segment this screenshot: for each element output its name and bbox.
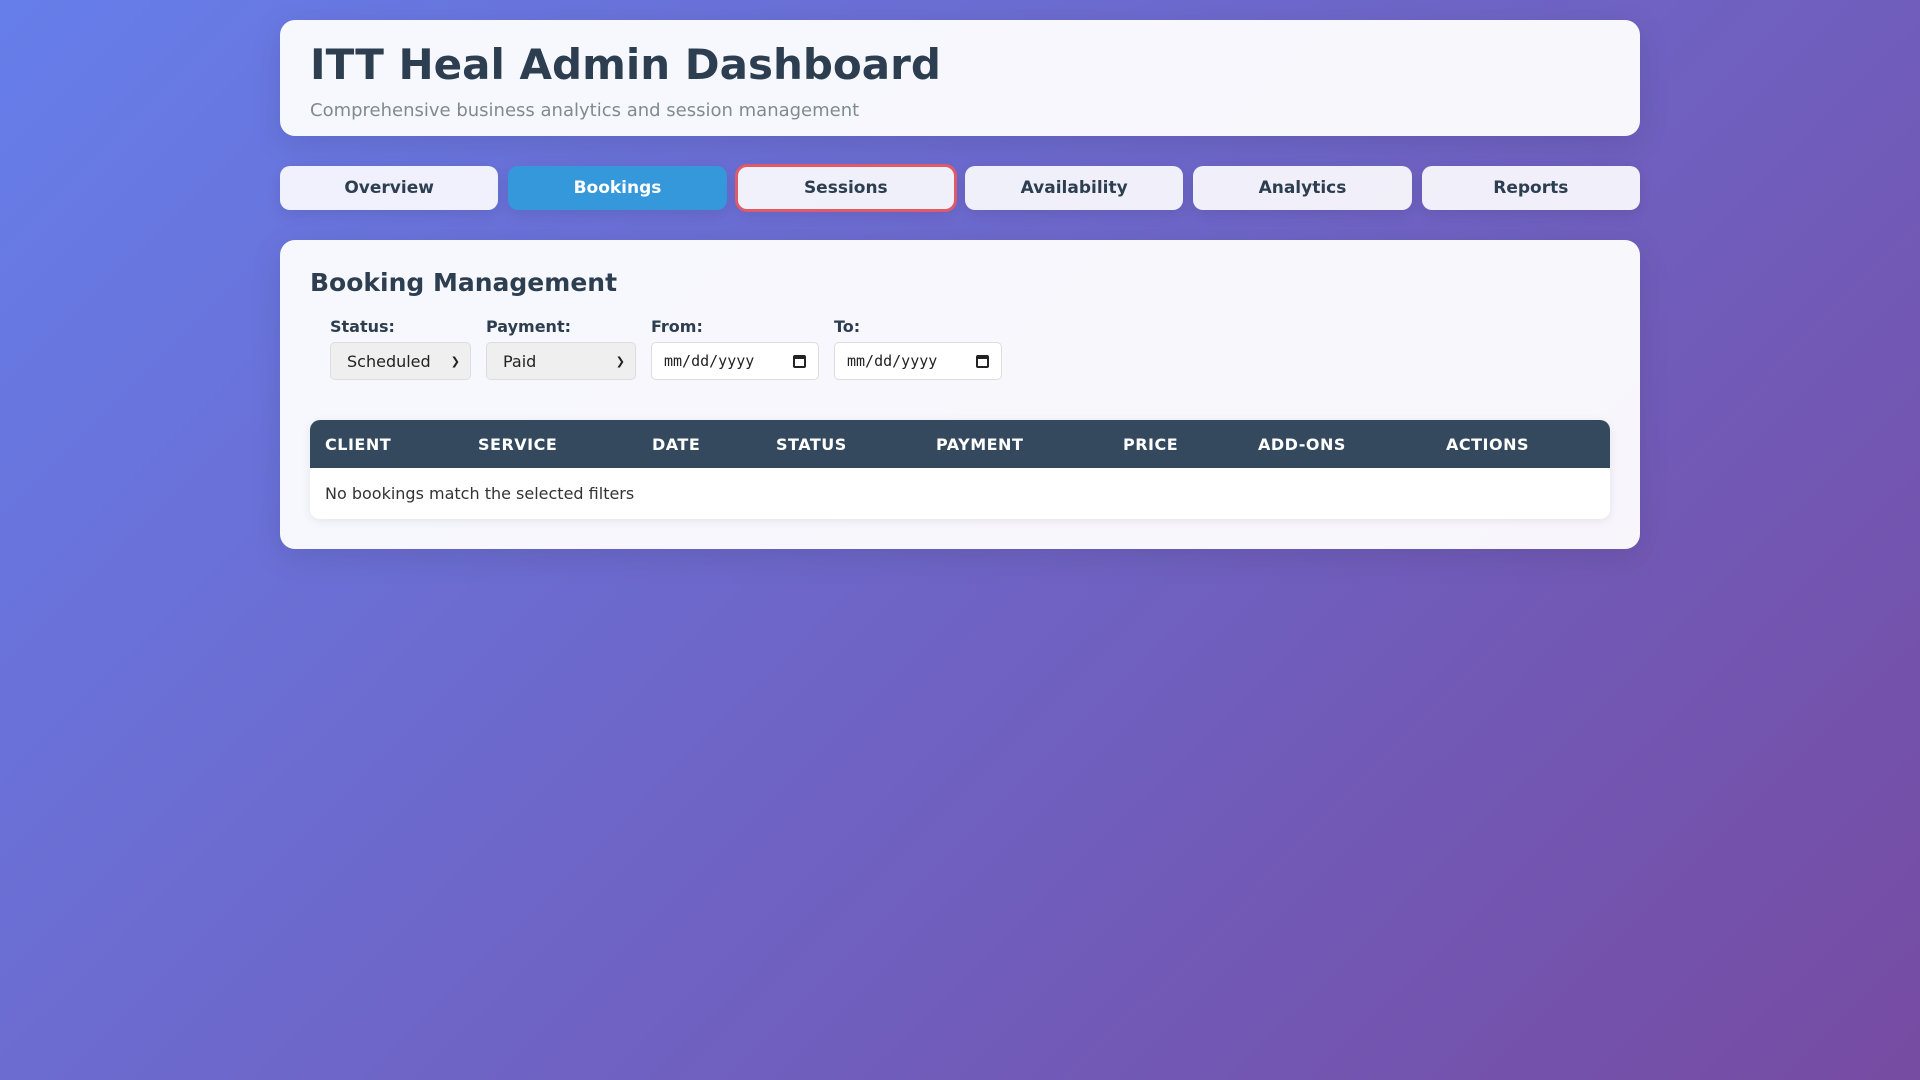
tab-bookings[interactable]: Bookings <box>508 166 727 210</box>
dashboard-container: ITT Heal Admin Dashboard Comprehensive b… <box>280 20 1640 549</box>
empty-state-row: No bookings match the selected filters <box>310 468 1610 519</box>
column-header-client: Client <box>325 434 392 454</box>
status-select[interactable]: Scheduled ❯ <box>330 342 471 380</box>
column-header-status: Status <box>776 434 847 454</box>
payment-select-value: Paid <box>503 351 537 371</box>
tab-reports[interactable]: Reports <box>1421 166 1640 210</box>
page-title: ITT Heal Admin Dashboard <box>310 40 941 89</box>
tab-overview[interactable]: Overview <box>280 166 499 210</box>
booking-management-panel: Booking Management Status: Scheduled ❯ P… <box>280 240 1640 549</box>
column-header-actions: Actions <box>1446 434 1530 454</box>
tab-sessions[interactable]: Sessions <box>734 164 957 212</box>
column-header-add-ons: Add-ons <box>1258 434 1346 454</box>
to-date-label: To: <box>834 317 861 336</box>
from-date-input[interactable]: mm/dd/yyyy <box>651 342 819 380</box>
status-select-value: Scheduled <box>347 351 431 371</box>
table-header-row: Client Service Date Status Payment Price… <box>310 420 1610 468</box>
from-date-label: From: <box>651 317 703 336</box>
calendar-icon[interactable] <box>976 354 989 368</box>
payment-filter: Payment: Paid ❯ <box>486 317 636 380</box>
to-date-filter: To: mm/dd/yyyy <box>834 317 1002 380</box>
to-date-input[interactable]: mm/dd/yyyy <box>834 342 1002 380</box>
payment-filter-label: Payment: <box>486 317 571 336</box>
tab-availability[interactable]: Availability <box>964 166 1184 210</box>
section-title: Booking Management <box>310 268 618 297</box>
from-date-placeholder: mm/dd/yyyy <box>664 352 755 370</box>
page-subtitle: Comprehensive business analytics and ses… <box>310 100 860 122</box>
column-header-service: Service <box>478 434 558 454</box>
from-date-filter: From: mm/dd/yyyy <box>651 317 819 380</box>
empty-state-message: No bookings match the selected filters <box>325 484 635 503</box>
chevron-down-icon: ❯ <box>615 354 625 368</box>
bookings-table: Client Service Date Status Payment Price… <box>310 420 1610 519</box>
payment-select[interactable]: Paid ❯ <box>486 342 636 380</box>
tab-analytics[interactable]: Analytics <box>1193 166 1412 210</box>
chevron-down-icon: ❯ <box>450 354 460 368</box>
calendar-icon[interactable] <box>793 354 806 368</box>
dashboard-header: ITT Heal Admin Dashboard Comprehensive b… <box>280 20 1640 136</box>
to-date-placeholder: mm/dd/yyyy <box>847 352 938 370</box>
column-header-payment: Payment <box>936 434 1024 454</box>
tab-bar: Overview Bookings Sessions Availability … <box>280 164 1640 212</box>
status-filter-label: Status: <box>330 317 395 336</box>
column-header-price: Price <box>1123 434 1179 454</box>
status-filter: Status: Scheduled ❯ <box>330 317 471 380</box>
column-header-date: Date <box>652 434 701 454</box>
filter-bar: Status: Scheduled ❯ Payment: Paid ❯ From… <box>310 317 1610 380</box>
